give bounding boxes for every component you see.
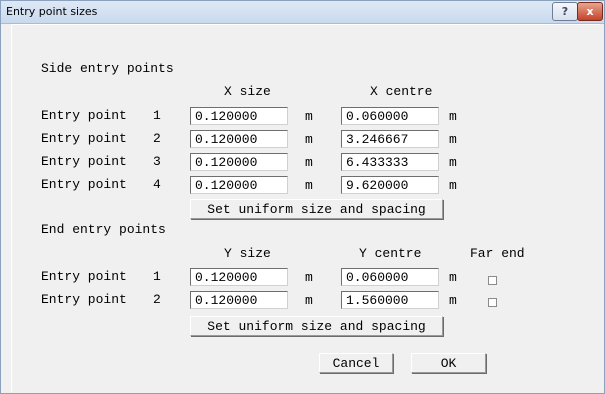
side-x-centre-input[interactable]: 0.060000: [341, 107, 439, 125]
end-y-size-input[interactable]: 0.120000: [190, 268, 288, 286]
unit-label: m: [305, 293, 313, 308]
end-y-centre-input[interactable]: 1.560000: [341, 291, 439, 309]
side-row-number: 3: [153, 154, 161, 169]
help-button[interactable]: ?: [552, 2, 578, 21]
unit-label: m: [449, 109, 457, 124]
unit-label: m: [449, 270, 457, 285]
side-row-number: 2: [153, 131, 161, 146]
unit-label: m: [449, 178, 457, 193]
side-x-centre-input[interactable]: 6.433333: [341, 153, 439, 171]
end-row-number: 2: [153, 292, 161, 307]
y-size-header: Y size: [224, 246, 271, 261]
unit-label: m: [305, 270, 313, 285]
end-row-label: Entry point: [41, 292, 127, 307]
side-x-centre-input[interactable]: 9.620000: [341, 176, 439, 194]
unit-label: m: [449, 132, 457, 147]
side-row-label: Entry point: [41, 131, 127, 146]
side-x-size-input[interactable]: 0.120000: [190, 176, 288, 194]
end-y-size-input[interactable]: 0.120000: [190, 291, 288, 309]
window-title: Entry point sizes: [6, 5, 98, 18]
unit-label: m: [305, 178, 313, 193]
end-row-number: 1: [153, 269, 161, 284]
unit-label: m: [449, 293, 457, 308]
ok-button[interactable]: OK: [411, 353, 486, 373]
side-x-size-input[interactable]: 0.120000: [190, 107, 288, 125]
side-row-label: Entry point: [41, 177, 127, 192]
side-x-centre-input[interactable]: 3.246667: [341, 130, 439, 148]
far-end-checkbox[interactable]: [488, 298, 497, 307]
close-icon: x: [586, 5, 594, 18]
close-button[interactable]: x: [577, 2, 603, 21]
unit-label: m: [449, 155, 457, 170]
unit-label: m: [305, 109, 313, 124]
x-centre-header: X centre: [370, 84, 433, 99]
help-icon: ?: [561, 5, 569, 18]
side-row-label: Entry point: [41, 108, 127, 123]
side-entry-heading: Side entry points: [41, 61, 174, 76]
y-centre-header: Y centre: [359, 246, 422, 261]
side-x-size-input[interactable]: 0.120000: [190, 130, 288, 148]
side-set-uniform-button[interactable]: Set uniform size and spacing: [190, 199, 443, 219]
cancel-button[interactable]: Cancel: [319, 353, 393, 373]
end-row-label: Entry point: [41, 269, 127, 284]
unit-label: m: [305, 155, 313, 170]
dialog-body: Side entry points X size X centre Entry …: [11, 24, 600, 392]
title-bar[interactable]: Entry point sizes ? x: [1, 1, 604, 24]
end-entry-heading: End entry points: [41, 222, 166, 237]
side-x-size-input[interactable]: 0.120000: [190, 153, 288, 171]
side-row-number: 4: [153, 177, 161, 192]
unit-label: m: [305, 132, 313, 147]
far-end-checkbox[interactable]: [488, 276, 497, 285]
side-row-label: Entry point: [41, 154, 127, 169]
dialog-window: Entry point sizes ? x Side entry points …: [0, 0, 605, 394]
end-set-uniform-button[interactable]: Set uniform size and spacing: [190, 316, 443, 336]
far-end-header: Far end: [470, 246, 525, 261]
side-row-number: 1: [153, 108, 161, 123]
end-y-centre-input[interactable]: 0.060000: [341, 268, 439, 286]
x-size-header: X size: [224, 84, 271, 99]
